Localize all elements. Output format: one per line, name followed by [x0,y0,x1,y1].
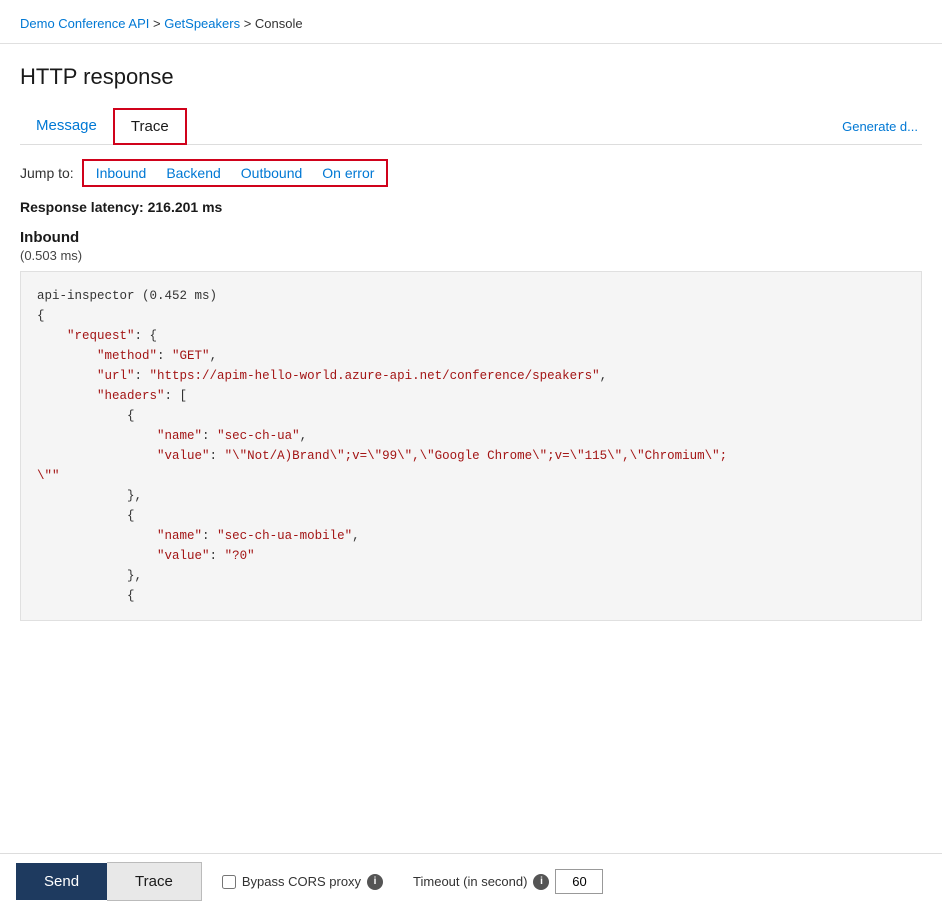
jump-to-row: Jump to: Inbound Backend Outbound On err… [20,145,922,197]
breadcrumb: Demo Conference API > GetSpeakers > Cons… [0,0,942,44]
page-title: HTTP response [20,64,922,90]
tab-trace[interactable]: Trace [113,108,187,145]
breadcrumb-sep-1: > [153,16,164,31]
send-button[interactable]: Send [16,863,107,900]
bypass-cors-info-icon[interactable]: i [367,874,383,890]
jump-to-links-box: Inbound Backend Outbound On error [82,159,389,187]
breadcrumb-part-2[interactable]: GetSpeakers [164,16,240,31]
timeout-info-icon[interactable]: i [533,874,549,890]
jump-to-label: Jump to: [20,165,74,181]
timeout-input[interactable] [555,869,603,894]
tabs-row: Message Trace Generate d... [20,108,922,145]
timeout-row: Timeout (in second) i [413,869,603,894]
timeout-label: Timeout (in second) [413,874,527,889]
tab-message[interactable]: Message [20,109,113,144]
section-inbound-header: Inbound [20,229,922,246]
bypass-cors-label[interactable]: Bypass CORS proxy [242,874,361,889]
breadcrumb-part-1[interactable]: Demo Conference API [20,16,149,31]
breadcrumb-part-3: Console [255,16,303,31]
tabs-left: Message Trace [20,108,187,144]
jump-link-on-error[interactable]: On error [322,165,374,181]
response-latency: Response latency: 216.201 ms [20,197,922,215]
bottom-bar: Send Trace Bypass CORS proxy i Timeout (… [0,853,942,909]
section-inbound-time: (0.503 ms) [20,248,922,263]
code-block: api-inspector (0.452 ms) { "request": { … [20,271,922,621]
breadcrumb-sep-2: > [244,16,255,31]
jump-link-inbound[interactable]: Inbound [96,165,147,181]
generate-link[interactable]: Generate d... [842,119,922,134]
jump-link-outbound[interactable]: Outbound [241,165,303,181]
bypass-cors-checkbox[interactable] [222,875,236,889]
bypass-cors-row: Bypass CORS proxy i [222,874,383,890]
jump-link-backend[interactable]: Backend [166,165,220,181]
trace-button[interactable]: Trace [107,862,202,901]
code-header-line: api-inspector (0.452 ms) [37,289,217,303]
